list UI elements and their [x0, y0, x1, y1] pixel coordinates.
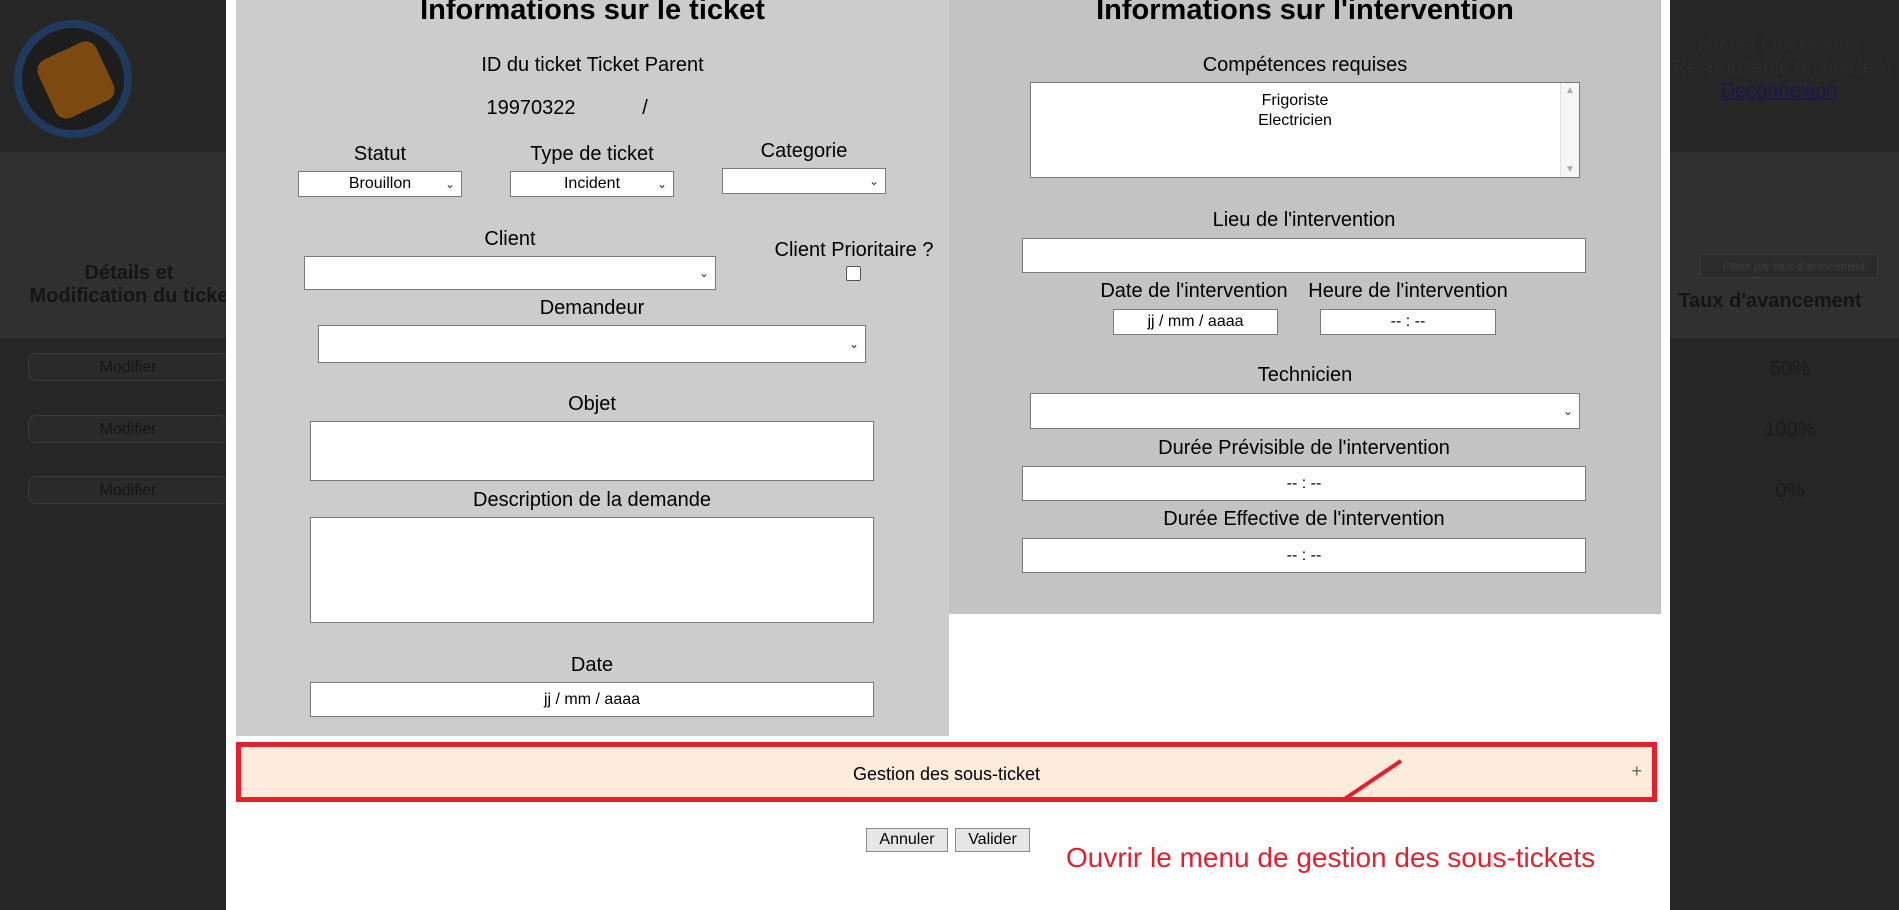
competences-label: Compétences requises — [1202, 54, 1408, 76]
objet-input[interactable] — [310, 421, 874, 481]
chevron-down-icon: ⌄ — [444, 177, 455, 191]
submit-button[interactable]: Valider — [955, 828, 1030, 852]
user-name: Michel Operandus — [1697, 34, 1861, 56]
date-input[interactable]: jj / mm / aaaa — [310, 682, 874, 717]
app-logo — [14, 20, 132, 138]
ticket-id-value: 19970322 — [486, 97, 576, 119]
duree-previsible-input[interactable]: -- : -- — [1022, 466, 1586, 501]
user-role: (Responsable technicien) — [1666, 57, 1892, 79]
duree-effective-label: Durée Effective de l'intervention — [1163, 508, 1445, 530]
list-item[interactable]: Electricien — [1031, 111, 1579, 131]
statut-label: Statut — [353, 143, 407, 165]
modify-button[interactable]: Modifier — [28, 476, 228, 504]
chevron-down-icon: ⌄ — [1562, 404, 1573, 418]
heure-intervention-label: Heure de l'intervention — [1308, 280, 1508, 302]
lieu-label: Lieu de l'intervention — [1212, 209, 1396, 231]
modify-button[interactable]: Modifier — [28, 415, 228, 443]
column-header-progress: Taux d'avancement — [1678, 290, 1862, 312]
progress-value: 100% — [1764, 419, 1816, 441]
statut-select[interactable]: Brouillon ⌄ — [298, 171, 462, 197]
client-label: Client — [484, 228, 536, 250]
type-label: Type de ticket — [530, 143, 654, 165]
progress-value: 50% — [1769, 358, 1811, 380]
duree-effective-input[interactable]: -- : -- — [1022, 538, 1586, 573]
type-select[interactable]: Incident ⌄ — [510, 171, 674, 197]
date-intervention-label: Date de l'intervention — [1100, 280, 1288, 302]
intervention-info-heading: Informations sur l'intervention — [1096, 0, 1514, 26]
description-textarea[interactable] — [310, 517, 874, 623]
lieu-input[interactable] — [1022, 238, 1586, 273]
annotation-text: Ouvrir le menu de gestion des sous-ticke… — [1066, 842, 1596, 873]
scrollbar[interactable]: ▲ ▼ — [1560, 83, 1579, 177]
categorie-select[interactable]: ⌄ — [722, 168, 886, 194]
cancel-button[interactable]: Annuler — [866, 828, 948, 852]
categorie-label: Categorie — [760, 140, 848, 162]
date-intervention-input[interactable]: jj / mm / aaaa — [1113, 309, 1278, 335]
description-label: Description de la demande — [473, 489, 711, 511]
accordion-title: Gestion des sous-ticket — [852, 764, 1041, 784]
duree-previsible-label: Durée Prévisible de l'intervention — [1158, 437, 1450, 459]
scroll-up-icon[interactable]: ▲ — [1565, 85, 1575, 96]
client-prioritaire-checkbox[interactable] — [846, 266, 861, 281]
chevron-down-icon: ⌄ — [848, 337, 859, 351]
date-label: Date — [570, 654, 614, 676]
competences-listbox[interactable]: Frigoriste Electricien ▲ ▼ — [1030, 82, 1580, 178]
technicien-select[interactable]: ⌄ — [1030, 393, 1580, 429]
list-item[interactable]: Frigoriste — [1031, 91, 1579, 111]
ticket-parent-value: / — [642, 97, 648, 119]
expand-icon[interactable]: + — [1631, 761, 1642, 782]
progress-filter-input[interactable]: Filtrer par taux d'avancement — [1700, 254, 1878, 278]
demandeur-label: Demandeur — [539, 297, 645, 319]
chevron-down-icon: ⌄ — [656, 177, 667, 191]
scroll-down-icon[interactable]: ▼ — [1565, 164, 1575, 175]
client-prioritaire-label: Client Prioritaire ? — [774, 239, 934, 261]
heure-intervention-input[interactable]: -- : -- — [1320, 309, 1496, 335]
chevron-down-icon: ⌄ — [868, 174, 879, 188]
ticket-info-panel — [236, 0, 949, 736]
user-info: Michel Operandus (Responsable technicien… — [1659, 34, 1899, 103]
demandeur-select[interactable]: ⌄ — [318, 325, 866, 363]
column-header-details: Détails et Modification du ticke — [29, 262, 229, 307]
modify-button[interactable]: Modifier — [28, 353, 228, 381]
chevron-down-icon: ⌄ — [698, 266, 709, 280]
client-select[interactable]: ⌄ — [304, 256, 716, 290]
objet-label: Objet — [568, 393, 616, 415]
progress-value: 0% — [1775, 480, 1805, 502]
technicien-label: Technicien — [1257, 364, 1353, 386]
ticket-id-label: ID du ticket Ticket Parent — [481, 54, 704, 76]
logout-link[interactable]: Deconnexion — [1659, 80, 1899, 103]
sub-ticket-accordion[interactable]: Gestion des sous-ticket + — [236, 742, 1657, 802]
ticket-info-heading: Informations sur le ticket — [420, 0, 765, 26]
